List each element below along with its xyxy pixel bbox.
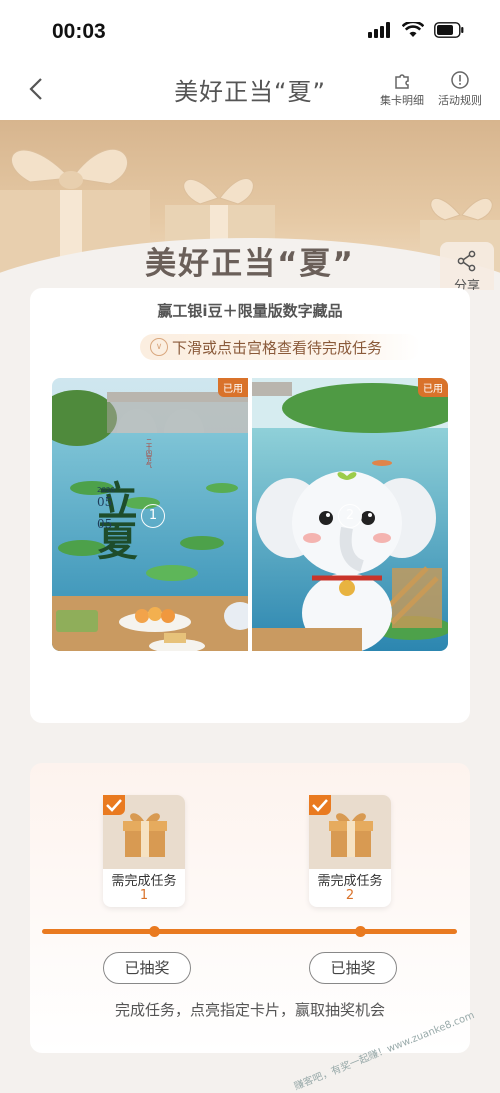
tasks-card: 需完成任务 1 需完成任务 2 已抽奖 已抽奖 完成任务，点亮指定卡片，赢取抽奖… bbox=[30, 763, 470, 1053]
battery-icon bbox=[434, 22, 464, 38]
lixia-small-text: 二十四节气 bbox=[145, 438, 152, 468]
info-icon bbox=[451, 71, 469, 89]
card-subtitle: 赢工银i豆＋限量版数字藏品 bbox=[157, 302, 343, 320]
progress-track bbox=[42, 926, 457, 937]
draw-status-button-1[interactable]: 已抽奖 bbox=[103, 952, 191, 984]
progress-dot-1 bbox=[149, 926, 160, 937]
checkmark-icon bbox=[103, 795, 125, 815]
lixia-day: 05 bbox=[97, 517, 112, 531]
status-icons bbox=[368, 22, 464, 38]
used-tag: 已用 bbox=[218, 378, 248, 397]
card-grid: 立夏 二十四节气 2026 05 05 已用 1 已用 2 bbox=[52, 378, 448, 651]
puzzle-icon bbox=[395, 74, 409, 89]
card-collection: 赢工银i豆＋限量版数字藏品 ∨ 下滑或点击宫格查看待完成任务 立夏 二十四节气 … bbox=[30, 288, 470, 723]
task-card-1[interactable]: 需完成任务 1 bbox=[103, 795, 185, 907]
progress-dot-2 bbox=[355, 926, 366, 937]
used-tag: 已用 bbox=[418, 378, 448, 397]
card-detail-button[interactable]: 集卡明细 bbox=[374, 70, 430, 108]
task-label: 需完成任务 bbox=[317, 874, 383, 889]
task-label: 需完成任务 bbox=[111, 874, 177, 889]
draw-status-button-2[interactable]: 已抽奖 bbox=[309, 952, 397, 984]
lixia-month: 05 bbox=[97, 495, 112, 509]
scroll-hint[interactable]: ∨ 下滑或点击宫格查看待完成任务 bbox=[140, 334, 420, 360]
share-icon bbox=[457, 250, 476, 272]
card-number: 1 bbox=[141, 504, 165, 528]
task-number: 1 bbox=[139, 888, 149, 903]
nav-bar: 美好正当“夏” 集卡明细 活动规则 bbox=[0, 62, 500, 120]
rules-label: 活动规则 bbox=[438, 94, 482, 107]
lixia-year: 2026 bbox=[97, 486, 115, 494]
rules-button[interactable]: 活动规则 bbox=[432, 70, 488, 108]
chevron-down-icon: ∨ bbox=[150, 338, 168, 356]
wifi-icon bbox=[402, 22, 424, 37]
tasks-footer-text: 完成任务，点亮指定卡片，赢取抽奖机会 bbox=[114, 1001, 385, 1019]
hero-title: 美好正当“夏” bbox=[145, 246, 355, 282]
signal-icon bbox=[368, 22, 390, 38]
task-number: 2 bbox=[345, 888, 355, 903]
card-panel-1[interactable]: 立夏 二十四节气 2026 05 05 已用 1 bbox=[52, 378, 248, 651]
share-button[interactable]: 分享 bbox=[440, 242, 494, 290]
scroll-hint-text: 下滑或点击宫格查看待完成任务 bbox=[172, 338, 383, 357]
card-detail-label: 集卡明细 bbox=[380, 94, 424, 107]
card-panel-2[interactable]: 已用 2 bbox=[252, 378, 448, 651]
status-time: 00:03 bbox=[52, 20, 106, 43]
task-card-2[interactable]: 需完成任务 2 bbox=[309, 795, 391, 907]
status-bar: 00:03 bbox=[0, 0, 500, 62]
hero-banner: 美好正当“夏” 分享 bbox=[0, 120, 500, 290]
card-number: 2 bbox=[338, 504, 362, 528]
checkmark-icon bbox=[309, 795, 331, 815]
